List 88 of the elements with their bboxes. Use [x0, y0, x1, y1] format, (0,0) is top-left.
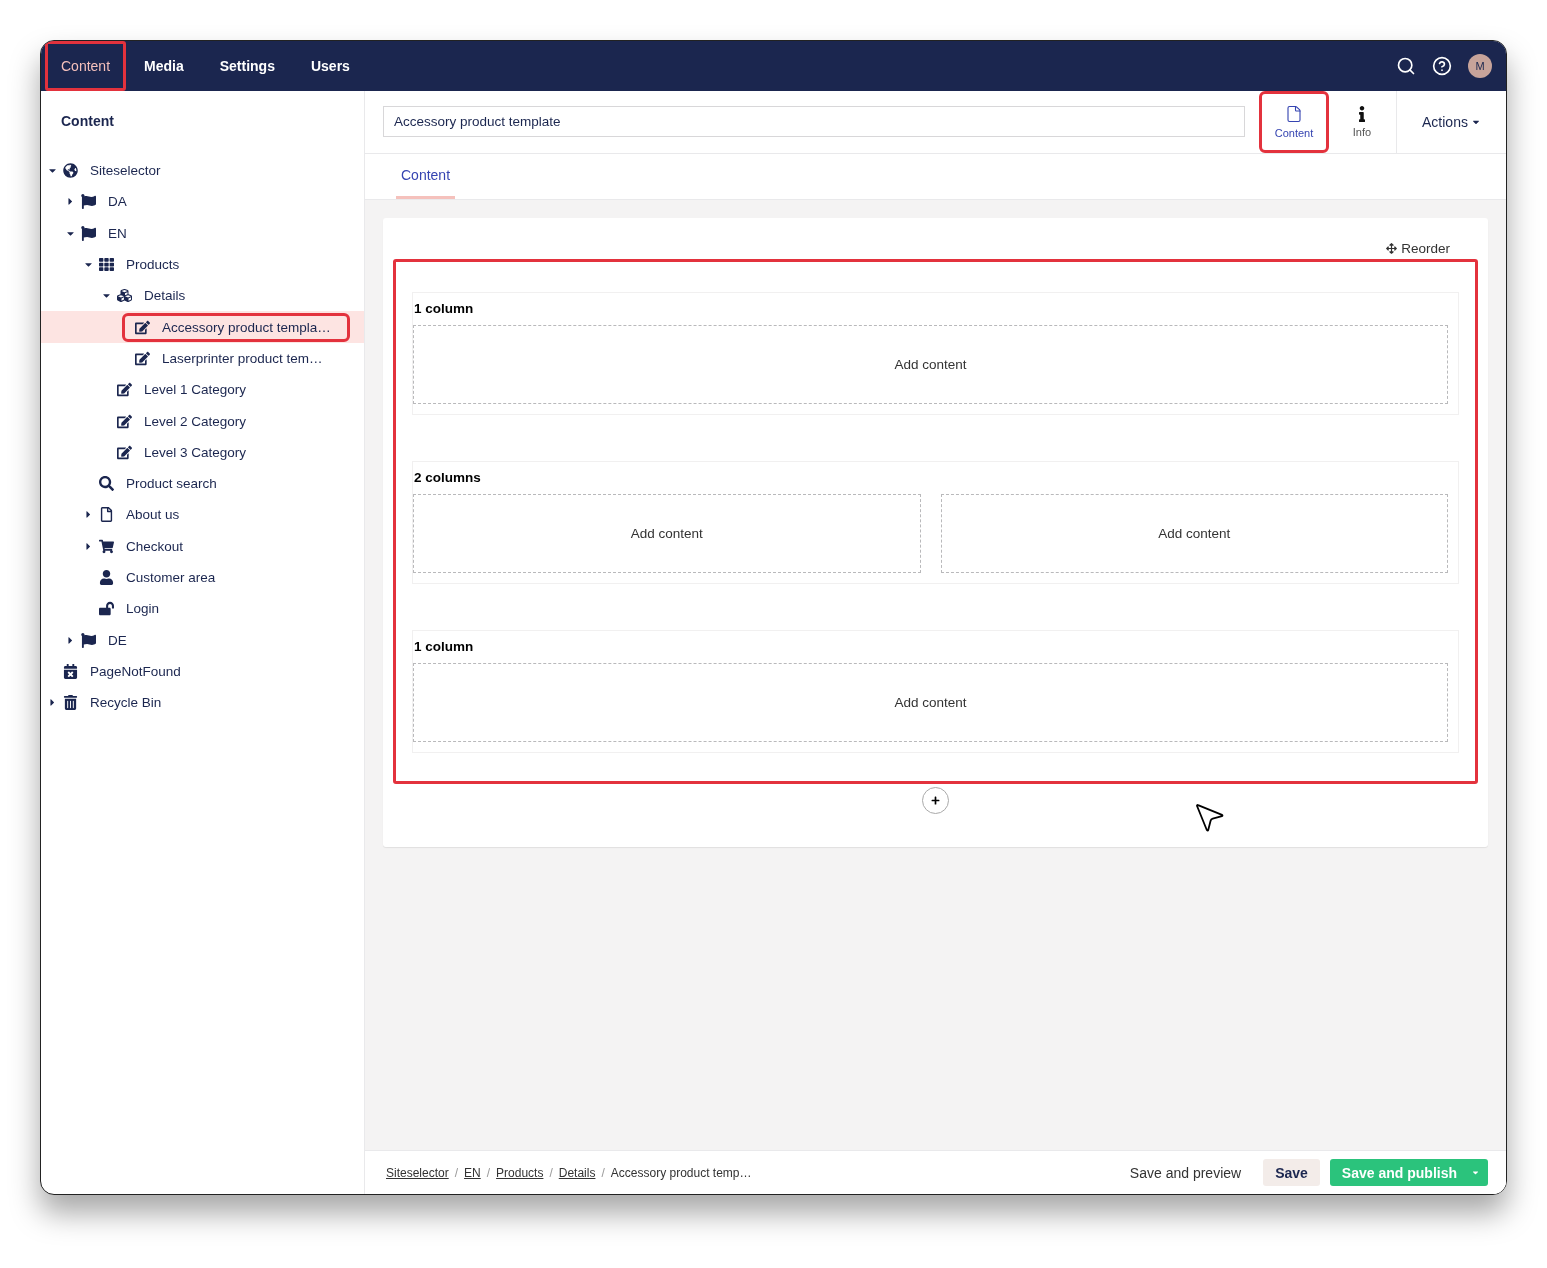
tree-item-label: Customer area	[126, 570, 216, 585]
tree-item-label: Laserprinter product tem…	[162, 350, 323, 366]
search-icon	[99, 476, 114, 492]
tree-item-label: Accessory product templa…	[162, 319, 331, 335]
trash-icon	[63, 695, 78, 711]
save-button[interactable]: Save	[1263, 1159, 1320, 1186]
tree-row[interactable]: Level 2 Category	[41, 405, 364, 437]
sidebar-title: Content	[60, 112, 115, 131]
breadcrumb-separator: /	[486, 1165, 491, 1180]
app-tab[interactable]: Content	[1262, 94, 1326, 150]
add-content-area[interactable]: Add content	[413, 494, 921, 573]
tree-item-label: EN	[108, 225, 127, 241]
edit-icon	[135, 350, 150, 366]
breadcrumb-separator: /	[549, 1165, 553, 1180]
row-title: 1 column	[413, 639, 475, 654]
tree-row[interactable]: Level 1 Category	[41, 374, 364, 406]
tree-item-label: Level 3 Category	[144, 444, 247, 460]
nav-tab[interactable]: Content	[45, 41, 127, 91]
tree-row[interactable]: Laserprinter product tem…	[41, 342, 364, 375]
tree-row[interactable]: Level 3 Category	[41, 436, 364, 468]
tree-row[interactable]: DA	[41, 186, 364, 218]
edit-icon	[117, 382, 132, 398]
tree-row[interactable]: Accessory product templa…	[41, 311, 364, 343]
move-icon	[1386, 243, 1398, 254]
edit-icon	[135, 319, 150, 335]
tree-item-label: Level 2 Category	[144, 413, 247, 429]
tree-row[interactable]: PageNotFound	[41, 655, 364, 688]
tree-row[interactable]: Products	[41, 248, 364, 281]
tree-row[interactable]: Siteselector	[41, 155, 364, 187]
breadcrumb-link[interactable]: Products	[496, 1165, 544, 1180]
document-icon	[1285, 105, 1303, 123]
cart-icon	[99, 538, 114, 554]
breadcrumb-link[interactable]: Details	[558, 1165, 596, 1180]
user-icon	[99, 570, 114, 585]
content-tab[interactable]: Content	[396, 154, 456, 199]
tree-row[interactable]: Recycle Bin	[41, 687, 364, 719]
nav-tab[interactable]: Media	[126, 41, 202, 91]
tree-item-label: DE	[108, 632, 127, 648]
tree-item-label: Recycle Bin	[90, 695, 162, 711]
breadcrumb-current-page: Accessory product temp…	[610, 1165, 752, 1180]
tree-row[interactable]: About us	[41, 499, 364, 531]
tree-row[interactable]: DE	[41, 624, 364, 656]
tree-item-label: Checkout	[126, 538, 184, 554]
flag-icon	[81, 632, 96, 648]
tree-row[interactable]: EN	[41, 217, 364, 249]
tree-item-label: Siteselector	[90, 163, 161, 179]
tree-row[interactable]: Login	[41, 593, 364, 625]
plus-icon	[931, 796, 940, 805]
flag-icon	[81, 225, 96, 241]
preview-button[interactable]: Save and preview	[1117, 1159, 1254, 1186]
tree-item-label: PageNotFound	[90, 663, 181, 679]
calendar-x-icon	[63, 663, 78, 679]
tree-item-label: Products	[126, 257, 180, 273]
grid-icon	[99, 257, 114, 273]
globe-icon	[63, 163, 78, 179]
flag-icon	[81, 194, 96, 210]
breadcrumb-separator: /	[454, 1165, 459, 1180]
tree-item-label: Details	[144, 288, 186, 304]
tree-row[interactable]: Customer area	[41, 561, 364, 594]
tree-item-label: About us	[126, 507, 180, 523]
tree-row[interactable]: Details	[41, 280, 364, 312]
edit-icon	[117, 444, 132, 460]
row-title: 1 column	[413, 301, 475, 316]
breadcrumb-separator: /	[601, 1165, 605, 1180]
add-content-area[interactable]: Add content	[940, 494, 1448, 573]
breadcrumb-link[interactable]: EN	[464, 1165, 481, 1180]
reorder-button[interactable]: Reorder	[1380, 240, 1456, 257]
tree-item-label: DA	[108, 194, 127, 210]
document-icon	[99, 507, 114, 523]
add-content-area[interactable]: Add content	[413, 663, 1448, 742]
user-avatar[interactable]: M	[1468, 54, 1492, 78]
breadcrumb-link[interactable]: Siteselector	[386, 1165, 449, 1180]
name-input-field[interactable]: Accessory product template	[383, 106, 1245, 137]
unlock-icon	[99, 601, 114, 617]
cubes-icon	[117, 288, 132, 304]
nav-tab[interactable]: Settings	[201, 41, 293, 91]
tree-item-label: Login	[126, 601, 160, 617]
nav-tab[interactable]: Users	[292, 41, 368, 91]
add-row-button[interactable]	[922, 787, 949, 814]
add-content-area[interactable]: Add content	[413, 325, 1448, 404]
edit-icon	[117, 413, 132, 429]
tree-item-label: Product search	[126, 476, 217, 492]
row-title: 2 columns	[413, 470, 482, 485]
tree-row[interactable]: Checkout	[41, 530, 364, 562]
help-button[interactable]	[1432, 56, 1452, 76]
tree-row[interactable]: Product search	[41, 467, 364, 500]
search-button[interactable]	[1396, 56, 1416, 76]
tree-item-label: Level 1 Category	[144, 382, 247, 398]
